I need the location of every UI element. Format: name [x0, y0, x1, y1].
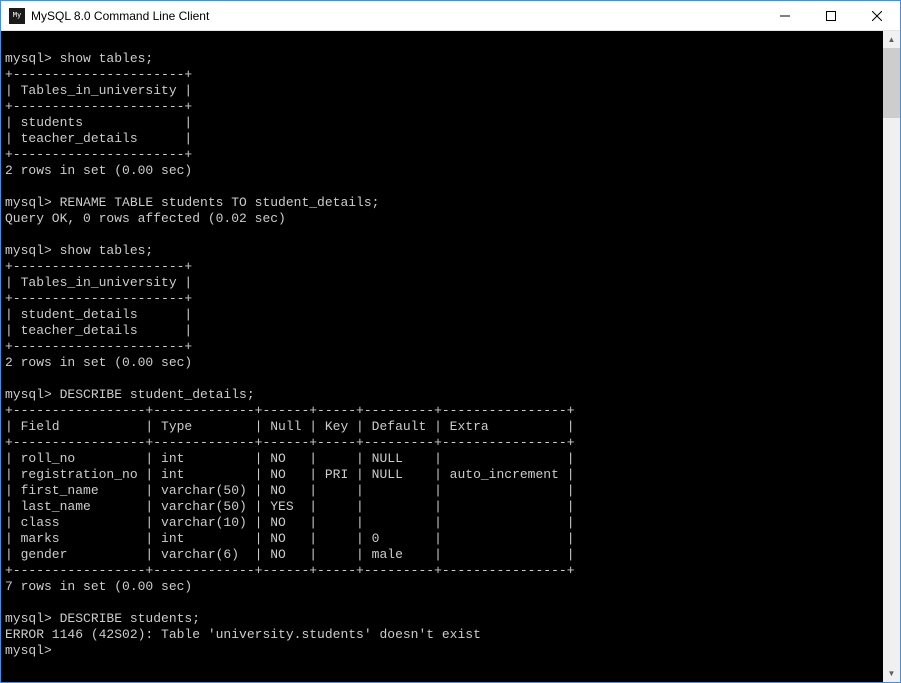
- window-title: MySQL 8.0 Command Line Client: [31, 9, 762, 23]
- scrollbar: ▲ ▼: [883, 31, 900, 682]
- scrollbar-down-button[interactable]: ▼: [883, 665, 900, 682]
- minimize-button[interactable]: [762, 1, 808, 30]
- terminal-output[interactable]: mysql> show tables; +-------------------…: [1, 31, 883, 682]
- window-controls: [762, 1, 900, 30]
- scrollbar-up-button[interactable]: ▲: [883, 31, 900, 48]
- terminal-container: mysql> show tables; +-------------------…: [1, 31, 900, 682]
- scrollbar-thumb[interactable]: [883, 48, 900, 118]
- close-button[interactable]: [854, 1, 900, 30]
- app-icon: My: [9, 8, 25, 24]
- maximize-button[interactable]: [808, 1, 854, 30]
- scrollbar-track[interactable]: [883, 48, 900, 665]
- titlebar: My MySQL 8.0 Command Line Client: [1, 1, 900, 31]
